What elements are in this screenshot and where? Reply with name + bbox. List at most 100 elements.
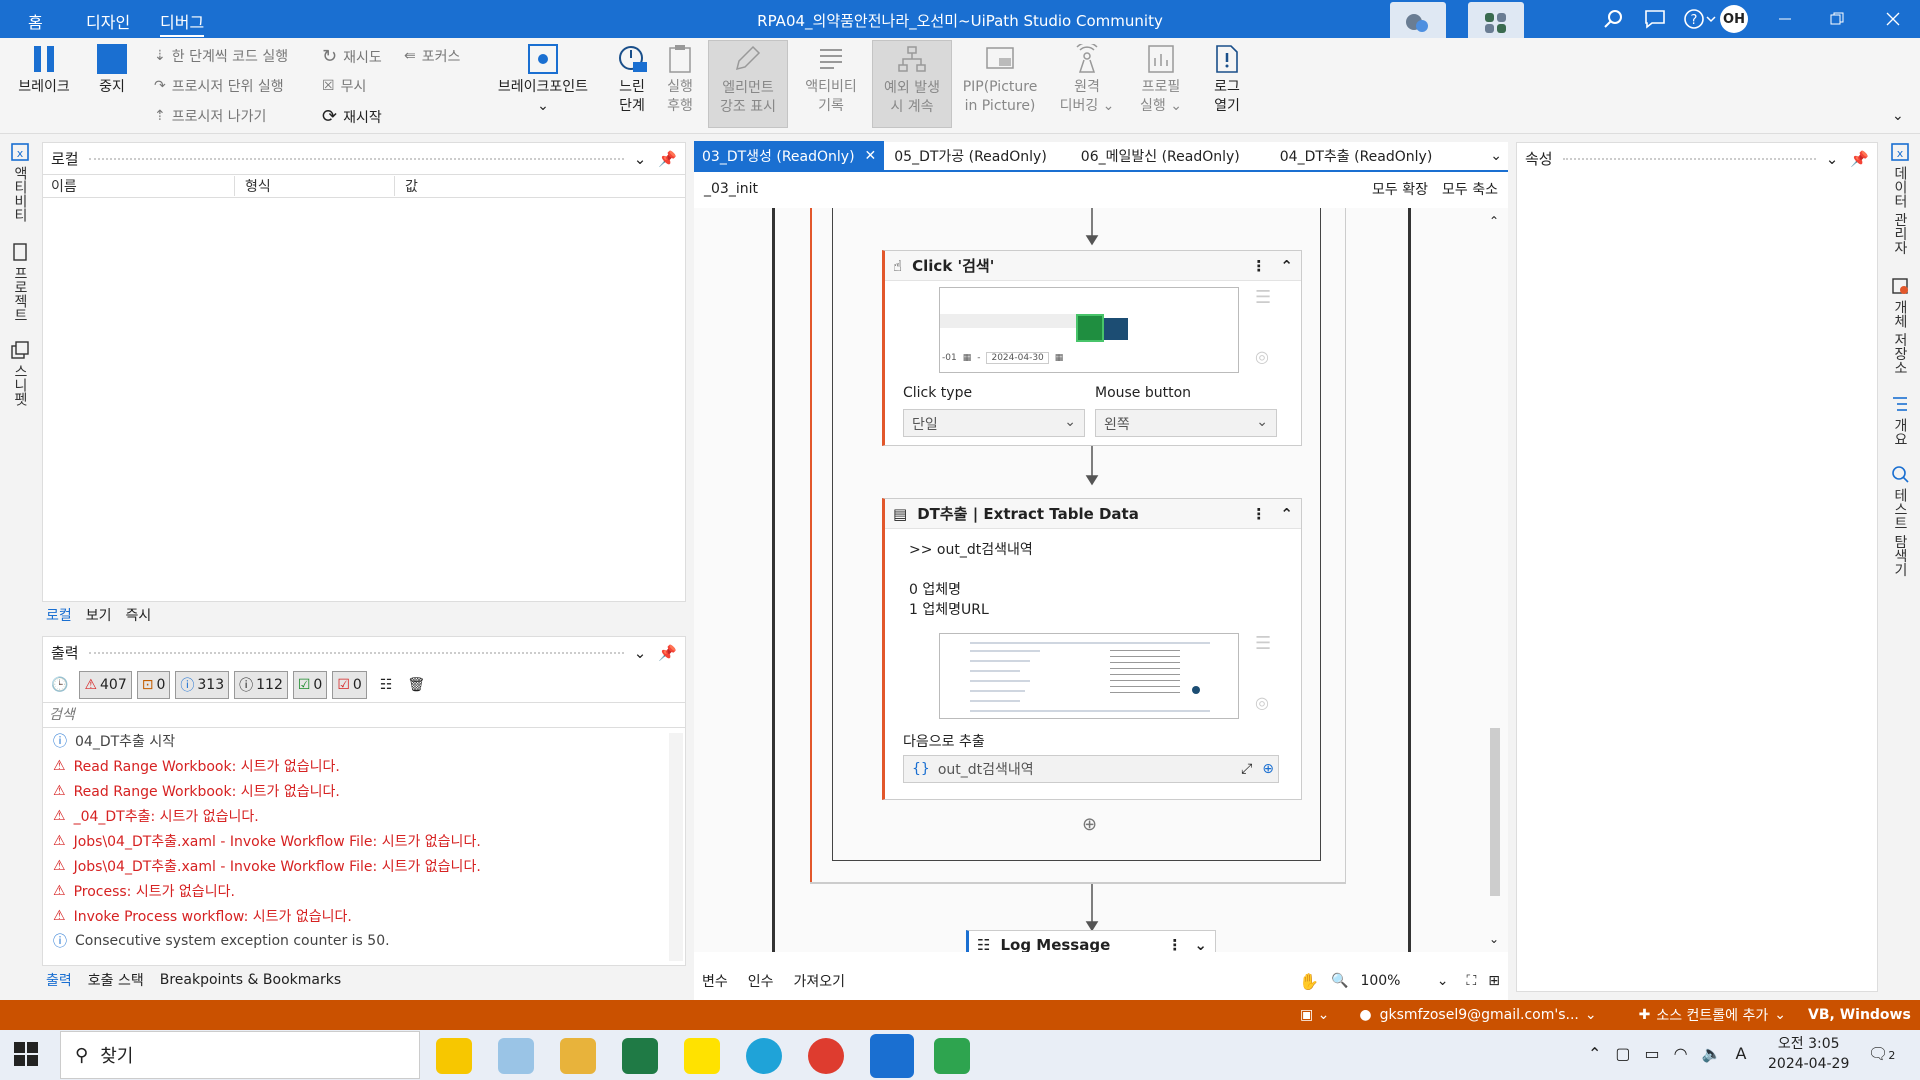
sticky-notes-icon[interactable] xyxy=(436,1038,472,1074)
tab-arguments[interactable]: 인수 xyxy=(748,971,774,991)
output-log-line[interactable]: ⚠ Read Range Workbook: 시트가 없습니다. xyxy=(43,778,663,803)
log-message-card[interactable]: ☷ Log Message ⋮ ⌄ xyxy=(966,930,1216,952)
chrome-icon[interactable] xyxy=(808,1038,844,1074)
output-log-line[interactable]: ⚠ Jobs\04_DT추출.xaml - Invoke Workflow Fil… xyxy=(43,828,663,853)
object-repository-rail-tab[interactable]: 개체 저장소 xyxy=(1890,276,1910,374)
click-activity-card[interactable]: ☝ Click '검색' ⋮ ⌃ -01 ▦ - 2024-04-30 ▦ ☰ ◎ C… xyxy=(882,250,1302,446)
pin-icon[interactable]: 📌 xyxy=(658,150,677,168)
output-log-line[interactable]: ⚠ Invoke Process workflow: 시트가 없습니다. xyxy=(43,903,663,928)
uipath-studio-icon[interactable] xyxy=(870,1034,914,1078)
meet-icon[interactable]: ▢ xyxy=(1615,1044,1630,1063)
chevron-up-icon[interactable]: ⌃ xyxy=(1280,257,1293,275)
focus-button[interactable]: ⇚ 포커스 xyxy=(404,46,460,66)
output-log-line[interactable]: ⚠ Jobs\04_DT추출.xaml - Invoke Workflow Fil… xyxy=(43,853,663,878)
output-scrollbar[interactable] xyxy=(669,733,683,961)
output-log-line[interactable]: ⓘ Consecutive system exception counter is… xyxy=(43,928,663,953)
warning-filter[interactable]: ⚠ 407 xyxy=(79,671,132,699)
scroll-up-icon[interactable]: ⌃ xyxy=(1488,214,1500,234)
notifications-icon[interactable]: 🗨2 xyxy=(1868,1044,1895,1063)
wifi-icon[interactable]: ◠ xyxy=(1674,1044,1688,1063)
ignore-button[interactable]: ☒ 무시 xyxy=(322,76,366,96)
slow-step-button[interactable]: 느린 단계 xyxy=(610,42,654,116)
hand-tool-icon[interactable]: ✋ xyxy=(1299,972,1319,991)
log-settings-icon[interactable]: ☷ xyxy=(380,677,393,693)
more-icon[interactable]: ⋮ xyxy=(1251,505,1266,523)
properties-icon[interactable]: ☰ xyxy=(1255,287,1271,308)
step-out-button[interactable]: ⇡ 프로시저 나가기 xyxy=(154,106,266,126)
mouse-button-select[interactable]: 왼쪽 ⌄ xyxy=(1095,409,1277,437)
tab-04-dt[interactable]: 04_DT추출 (ReadOnly) xyxy=(1260,146,1453,166)
chevron-up-icon[interactable]: ⌃ xyxy=(1588,1044,1601,1063)
column-name[interactable]: 이름 xyxy=(43,176,235,196)
outline-rail-tab[interactable]: 개요 xyxy=(1890,394,1910,446)
click-target-screenshot[interactable]: -01 ▦ - 2024-04-30 ▦ xyxy=(939,287,1239,373)
click-type-select[interactable]: 단일 ⌄ xyxy=(903,409,1085,437)
kakaotalk-icon[interactable] xyxy=(684,1038,720,1074)
clock[interactable]: 오전 3:05 2024-04-29 xyxy=(1768,1034,1849,1074)
clock-icon[interactable]: 🕒 xyxy=(51,677,68,693)
expand-editor-icon[interactable]: ⤢ xyxy=(1231,761,1262,777)
tab-call-stack[interactable]: 호출 스택 xyxy=(88,970,144,990)
excel-icon[interactable] xyxy=(622,1038,658,1074)
tab-variables[interactable]: 변수 xyxy=(702,971,728,991)
trace-filter[interactable]: ⓘ 112 xyxy=(234,671,288,699)
expand-all-button[interactable]: 모두 확장 xyxy=(1372,179,1428,199)
project-rail-tab[interactable]: 프로젝트 xyxy=(10,242,30,322)
chevron-down-icon[interactable]: ⌄ xyxy=(634,150,647,168)
properties-icon[interactable]: ☰ xyxy=(1255,633,1271,654)
extract-to-field[interactable]: {} out_dt검색내역 ⤢ ⊕ xyxy=(903,755,1279,783)
more-icon[interactable]: ⋮ xyxy=(1167,936,1182,952)
vertical-scrollbar-thumb[interactable] xyxy=(1490,728,1500,896)
scroll-down-icon[interactable]: ⌄ xyxy=(1488,932,1500,952)
chevron-down-icon[interactable]: ⌄ xyxy=(634,644,647,662)
tab-watch[interactable]: 보기 xyxy=(86,605,112,625)
profile-execution-button[interactable]: 프로필 실행 ⌄ xyxy=(1128,44,1194,116)
plus-circle-icon[interactable]: ⊕ xyxy=(1262,761,1278,777)
stop-button[interactable]: 중지 xyxy=(92,44,132,97)
log-activities-button[interactable]: 액티비티 기록 xyxy=(796,44,866,116)
chevron-up-icon[interactable]: ⌃ xyxy=(1280,505,1293,523)
test-explorer-rail-tab[interactable]: 테스트 탐색기 xyxy=(1890,464,1910,576)
chevron-down-icon[interactable]: ⌄ xyxy=(1194,936,1207,952)
restart-button[interactable]: ⟳ 재시작 xyxy=(322,106,382,127)
output-log-line[interactable]: ⚠ _04_DT추출: 시트가 없습니다. xyxy=(43,803,663,828)
tab-locals[interactable]: 로컬 xyxy=(46,605,72,625)
volume-icon[interactable]: 🔈 xyxy=(1702,1044,1722,1063)
step-into-button[interactable]: ⇣ 한 단계씩 코드 실행 xyxy=(154,46,288,66)
tab-immediate[interactable]: 즉시 xyxy=(126,605,152,625)
tab-05-dt[interactable]: 05_DT가공 (ReadOnly) xyxy=(884,146,1061,166)
add-activity-icon[interactable]: ⊕ xyxy=(1082,814,1097,835)
chevron-down-icon[interactable]: ⌄ xyxy=(1826,150,1839,168)
restore-icon[interactable] xyxy=(1812,0,1862,38)
failed-filter[interactable]: ☑ 0 xyxy=(332,671,367,699)
uipath-assistant-icon[interactable] xyxy=(934,1038,970,1074)
more-icon[interactable]: ⋮ xyxy=(1251,257,1266,275)
info-filter[interactable]: ⓘ 313 xyxy=(175,671,230,699)
tab-overflow-icon[interactable]: ⌄ xyxy=(1490,148,1508,164)
activities-rail-tab[interactable]: x 액티비티 xyxy=(10,142,30,222)
output-log-line[interactable]: ⓘ 04_DT추출 시작 xyxy=(43,728,663,753)
retry-button[interactable]: ↻ 재시도 xyxy=(322,46,382,67)
break-button[interactable]: 브레이크 xyxy=(14,44,74,97)
tab-06-mail[interactable]: 06_메일발신 (ReadOnly) xyxy=(1061,146,1260,166)
pin-icon[interactable]: 📌 xyxy=(658,644,677,662)
run-after-button[interactable]: 실행 후행 xyxy=(660,44,700,116)
battery-icon[interactable]: ▭ xyxy=(1645,1044,1660,1063)
fit-screen-icon[interactable]: ⛶ xyxy=(1466,973,1476,989)
avatar[interactable]: OH xyxy=(1720,5,1748,33)
collapse-all-button[interactable]: 모두 축소 xyxy=(1442,179,1498,199)
file-explorer-icon[interactable] xyxy=(560,1038,596,1074)
tab-breakpoints-bookmarks[interactable]: Breakpoints & Bookmarks xyxy=(160,972,341,988)
breadcrumb[interactable]: _03_init xyxy=(704,181,758,197)
zoom-search-icon[interactable]: 🔍 xyxy=(1331,973,1348,989)
breakpoints-button[interactable]: 브레이크포인트 ⌄ xyxy=(488,44,598,116)
windows-start-icon[interactable] xyxy=(14,1042,38,1070)
minimize-icon[interactable] xyxy=(1760,0,1810,38)
ribbon-collapse-icon[interactable]: ⌄ xyxy=(1892,108,1904,124)
error-filter[interactable]: ⊡ 0 xyxy=(136,671,171,699)
output-log-line[interactable]: ⚠ Process: 시트가 없습니다. xyxy=(43,878,663,903)
ime-indicator[interactable]: A xyxy=(1736,1044,1747,1063)
taskbar-search[interactable]: ⚲ 찾기 xyxy=(60,1031,420,1079)
account-selector[interactable]: gksmfzosel9@gmail.com's... xyxy=(1380,1007,1579,1023)
trash-icon[interactable]: 🗑 xyxy=(407,677,425,693)
